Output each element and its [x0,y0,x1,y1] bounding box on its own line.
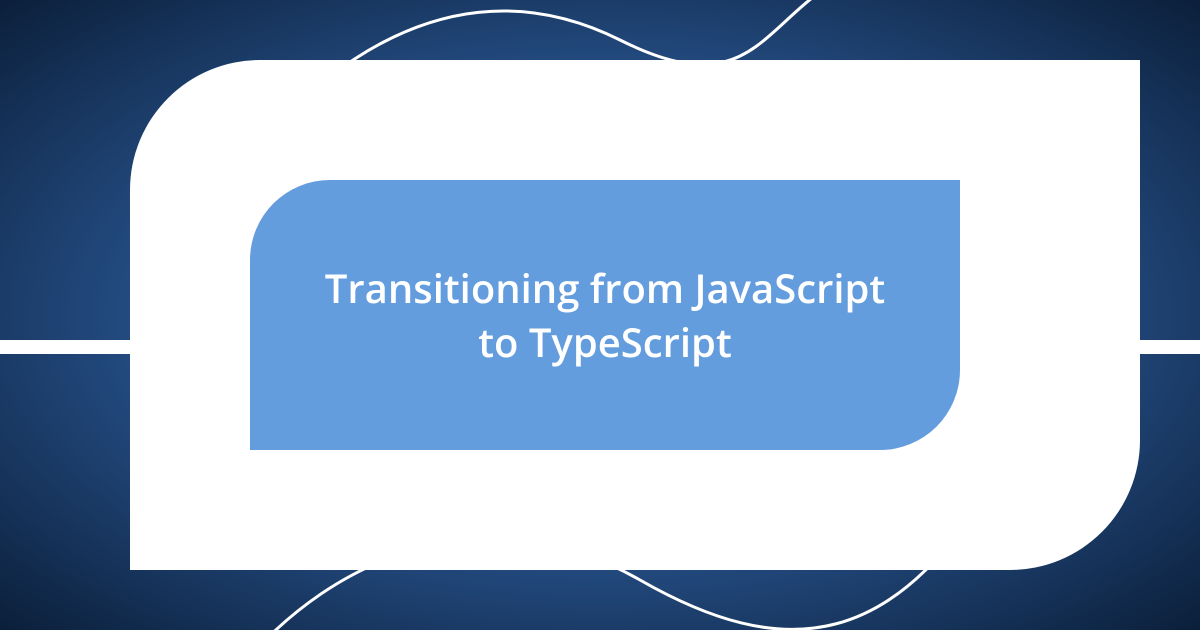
page-title: Transitioning from JavaScript to TypeScr… [310,261,900,369]
title-card: Transitioning from JavaScript to TypeScr… [250,180,960,450]
